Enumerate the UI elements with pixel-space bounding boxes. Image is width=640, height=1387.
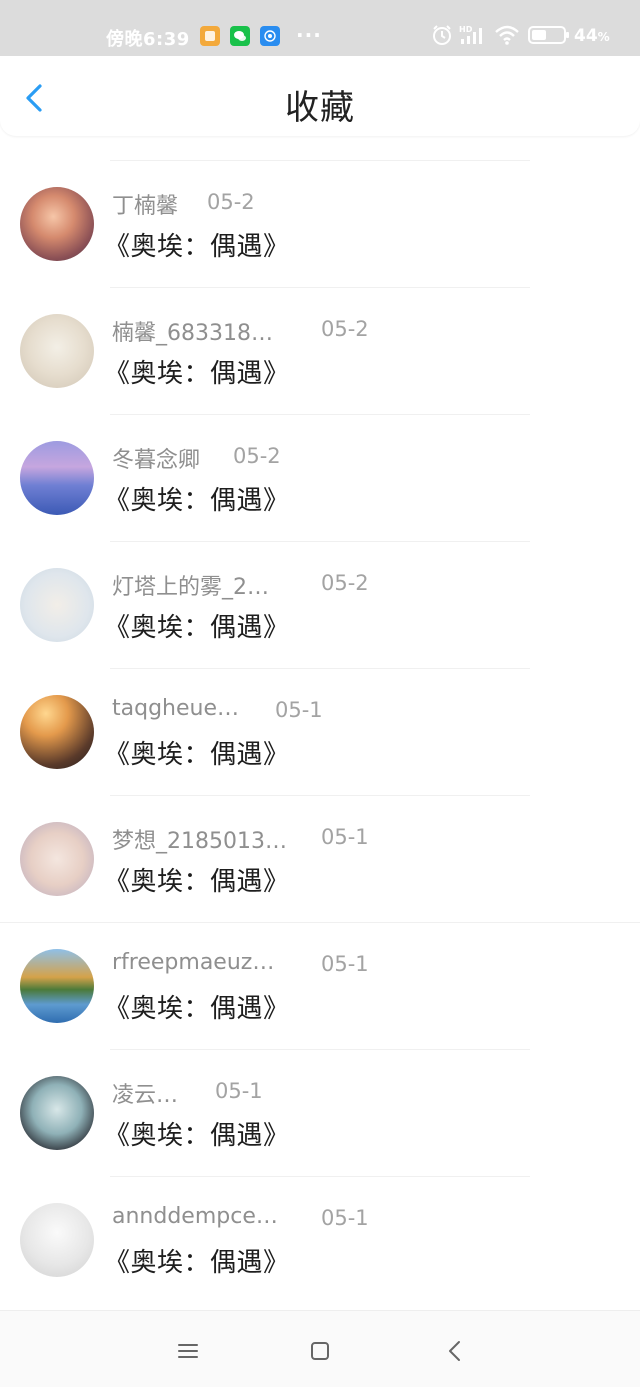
date: 05-2 <box>207 190 255 214</box>
notes-app-icon <box>200 26 220 46</box>
wifi-icon <box>494 24 520 50</box>
favorites-list: 丁楠馨 05-2 《奥埃：偶遇》 楠馨_683318… 05-2 《奥埃：偶遇》… <box>0 160 640 1303</box>
avatar[interactable] <box>20 822 94 896</box>
username: 梦想_2185013… <box>112 829 287 854</box>
date: 05-1 <box>321 825 369 849</box>
list-item[interactable]: 凌云… 05-1 《奥埃：偶遇》 <box>0 1049 640 1176</box>
item-content: 《奥埃：偶遇》 <box>104 232 290 262</box>
battery-percent: 44% <box>574 26 610 46</box>
avatar[interactable] <box>20 441 94 515</box>
list-item[interactable]: 灯塔上的雾_2… 05-2 《奥埃：偶遇》 <box>0 541 640 668</box>
system-nav-bar <box>0 1310 640 1387</box>
item-content: 《奥埃：偶遇》 <box>104 740 290 770</box>
wechat-icon <box>230 26 250 46</box>
alarm-icon <box>431 24 453 50</box>
list-item[interactable]: 冬暮念卿 05-2 《奥埃：偶遇》 <box>0 414 640 541</box>
date: 05-1 <box>321 952 369 976</box>
list-item[interactable]: rfreepmaeuz… 05-1 《奥埃：偶遇》 <box>0 922 640 1049</box>
divider <box>110 287 530 288</box>
hotspot-app-icon <box>260 26 280 46</box>
date: 05-1 <box>321 1206 369 1230</box>
item-content: 《奥埃：偶遇》 <box>104 486 290 516</box>
date: 05-2 <box>321 317 369 341</box>
avatar[interactable] <box>20 1203 94 1277</box>
top-app-bar: 收藏 <box>0 56 640 136</box>
divider <box>110 160 530 161</box>
username: 冬暮念卿 <box>112 448 201 473</box>
username: rfreepmaeuz… <box>112 950 275 975</box>
avatar[interactable] <box>20 695 94 769</box>
list-item[interactable]: 楠馨_683318… 05-2 《奥埃：偶遇》 <box>0 287 640 414</box>
item-content: 《奥埃：偶遇》 <box>104 1248 290 1278</box>
home-square-icon <box>311 1342 329 1360</box>
username: 楠馨_683318… <box>112 321 273 346</box>
avatar[interactable] <box>20 314 94 388</box>
list-item[interactable]: taqgheue… 05-1 《奥埃：偶遇》 <box>0 668 640 795</box>
date: 05-2 <box>321 571 369 595</box>
username: 灯塔上的雾_2… <box>112 575 269 600</box>
item-content: 《奥埃：偶遇》 <box>104 359 290 389</box>
status-time: 傍晚6:39 <box>106 29 190 50</box>
list-item[interactable]: 梦想_2185013… 05-1 《奥埃：偶遇》 <box>0 795 640 922</box>
divider <box>110 1176 530 1177</box>
date: 05-1 <box>275 698 323 722</box>
divider <box>110 795 530 796</box>
item-content: 《奥埃：偶遇》 <box>104 1121 290 1151</box>
divider <box>110 541 530 542</box>
username: 丁楠馨 <box>112 194 179 219</box>
avatar[interactable] <box>20 187 94 261</box>
menu-icon <box>178 1344 198 1358</box>
avatar[interactable] <box>20 1076 94 1150</box>
list-item[interactable]: annddempce… 05-1 《奥埃：偶遇》 <box>0 1176 640 1303</box>
date: 05-2 <box>233 444 281 468</box>
username: 凌云… <box>112 1083 179 1108</box>
item-content: 《奥埃：偶遇》 <box>104 867 290 897</box>
divider <box>110 1049 530 1050</box>
home-button[interactable] <box>306 1337 334 1365</box>
menu-button[interactable] <box>174 1337 202 1365</box>
divider <box>0 922 640 923</box>
avatar[interactable] <box>20 568 94 642</box>
more-notifications-dots: ··· <box>296 23 322 47</box>
date: 05-1 <box>215 1079 263 1103</box>
status-bar: 傍晚6:39 ··· HD 44% <box>0 0 640 56</box>
list-item[interactable]: 丁楠馨 05-2 《奥埃：偶遇》 <box>0 160 640 287</box>
username: annddempce… <box>112 1204 278 1229</box>
username: taqgheue… <box>112 696 239 721</box>
divider <box>110 668 530 669</box>
hd-signal-icon: HD <box>459 24 487 50</box>
back-triangle-icon <box>449 1341 460 1361</box>
svg-text:HD: HD <box>459 25 473 34</box>
battery-icon <box>528 24 570 50</box>
system-back-button[interactable] <box>441 1337 469 1365</box>
item-content: 《奥埃：偶遇》 <box>104 613 290 643</box>
item-content: 《奥埃：偶遇》 <box>104 994 290 1024</box>
avatar[interactable] <box>20 949 94 1023</box>
page-title: 收藏 <box>285 88 355 128</box>
divider <box>110 414 530 415</box>
